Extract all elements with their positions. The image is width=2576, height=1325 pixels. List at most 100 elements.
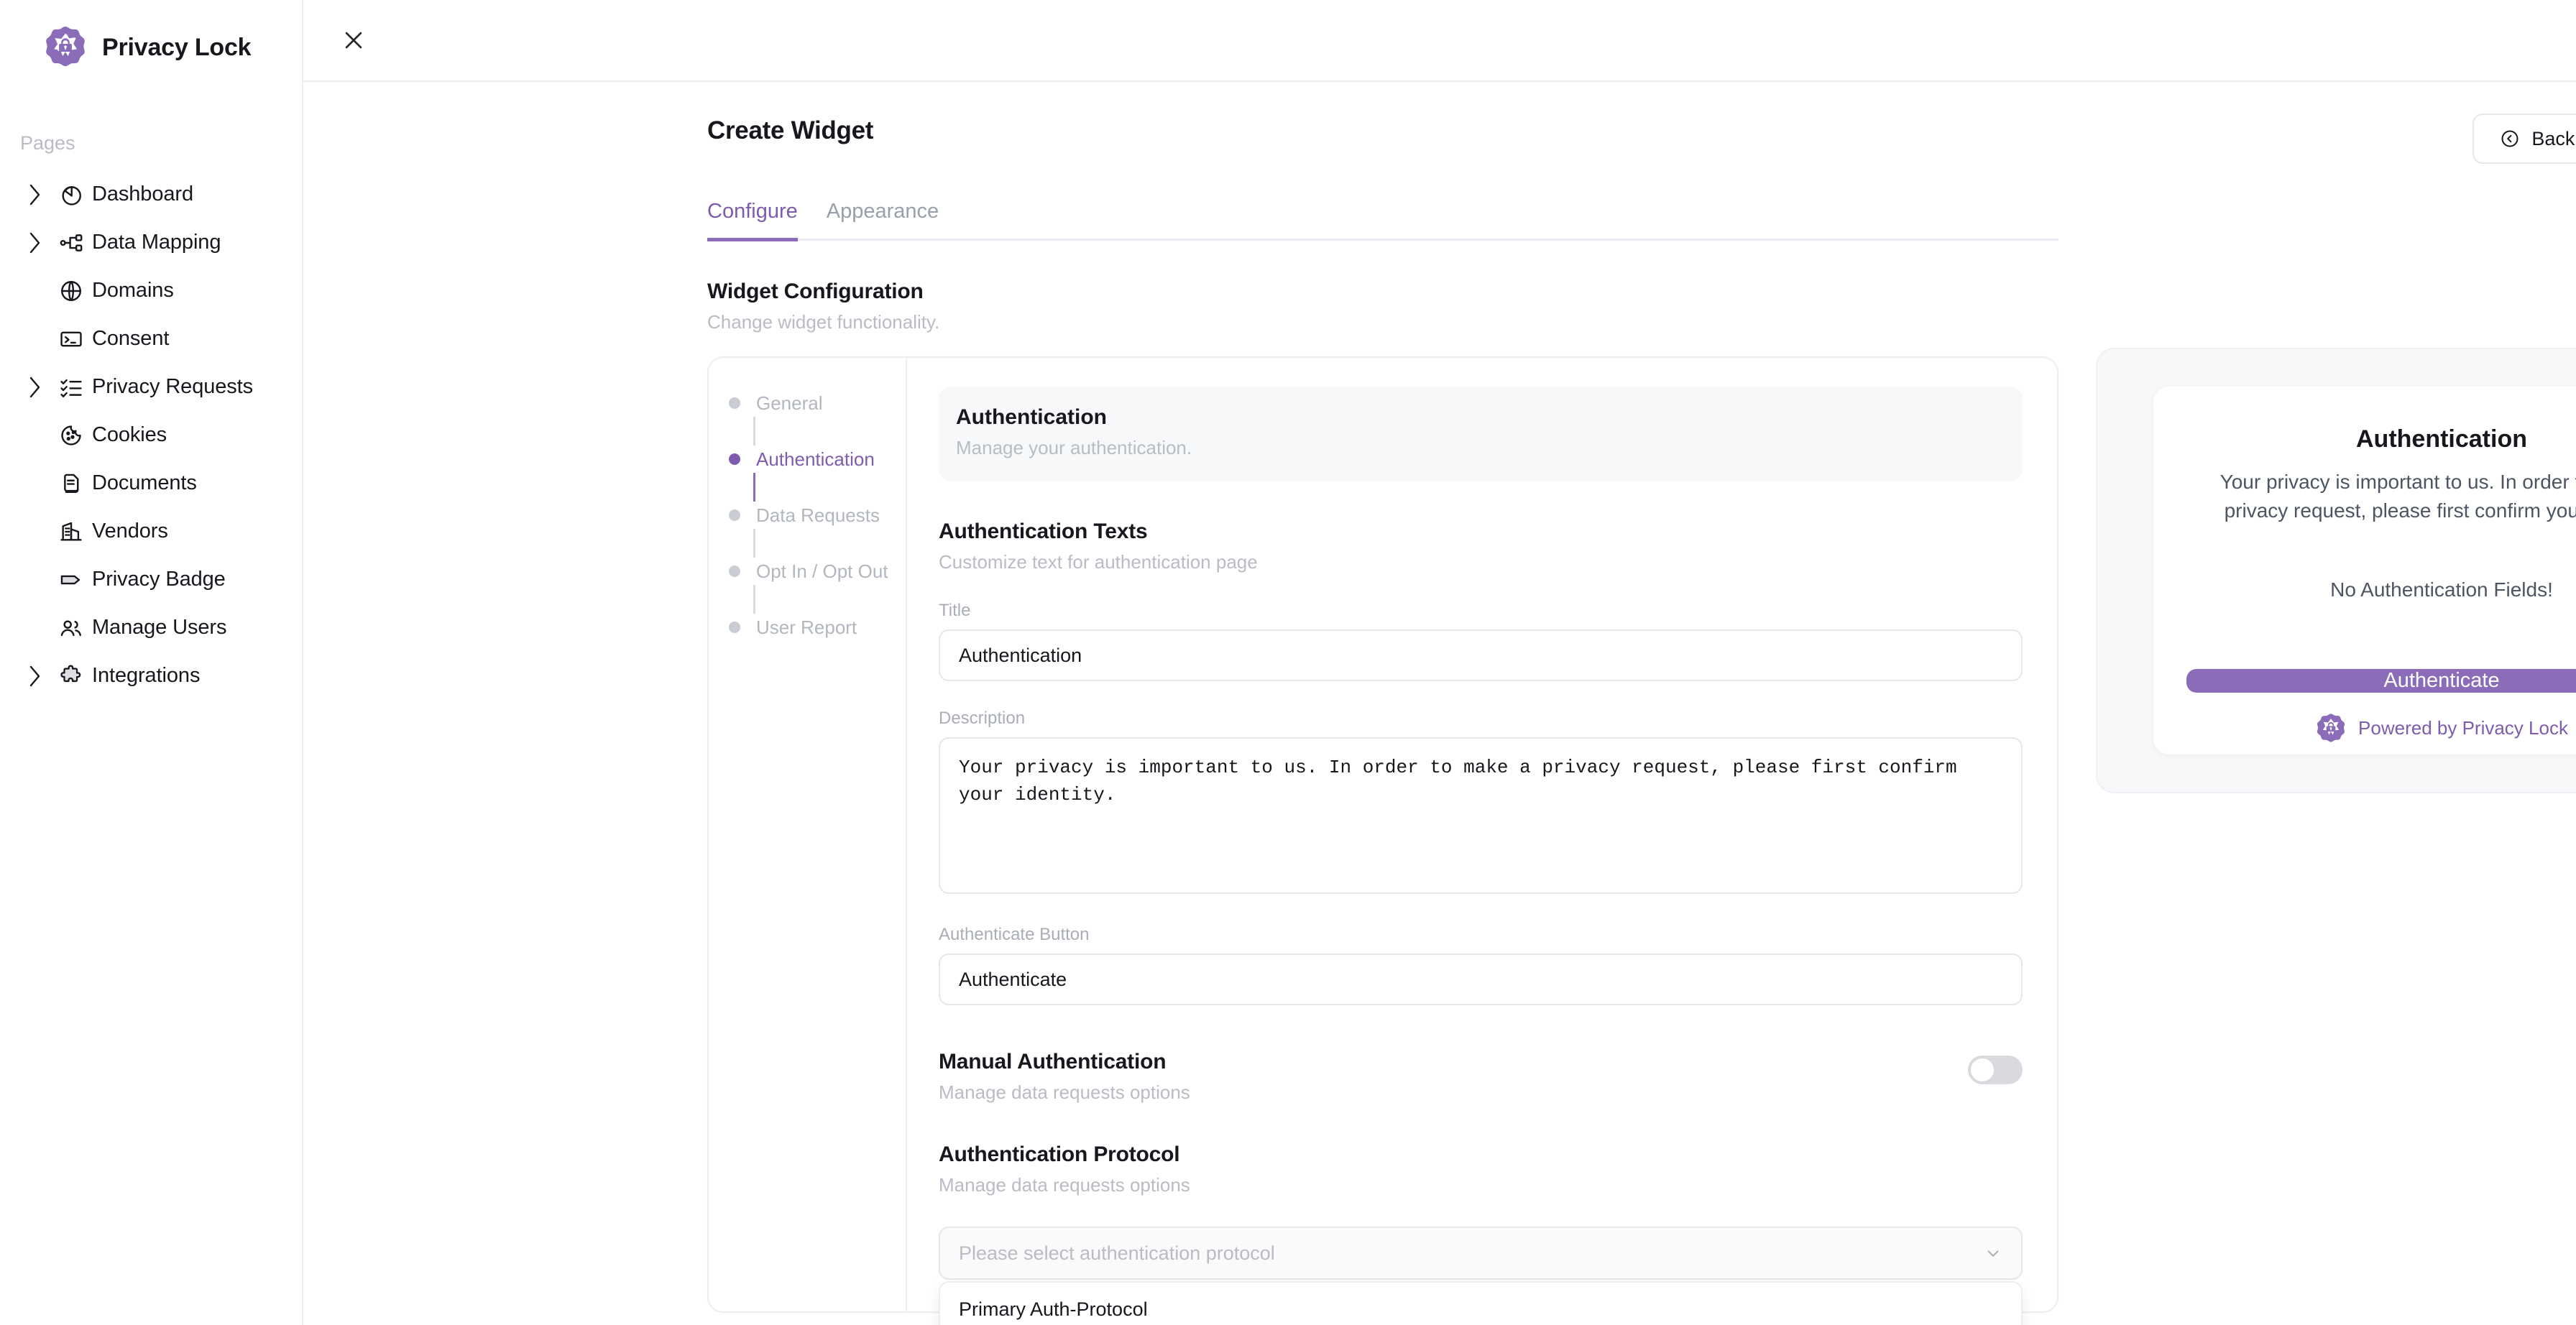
sidebar-item-label: Data Mapping bbox=[92, 231, 221, 254]
tab-appearance[interactable]: Appearance bbox=[827, 200, 939, 241]
chevron-right-icon bbox=[20, 231, 50, 255]
cookie-icon bbox=[50, 423, 92, 448]
widget-config-card: General Authentication Data Requests Opt… bbox=[707, 356, 2058, 1325]
step-general[interactable]: General bbox=[729, 389, 906, 417]
sidebar-item-domains[interactable]: Domains bbox=[0, 267, 302, 315]
step-connector bbox=[753, 529, 755, 558]
group-title: Authentication Texts bbox=[939, 520, 1148, 543]
tab-configure[interactable]: Configure bbox=[707, 200, 798, 241]
sidebar-item-label: Domains bbox=[92, 279, 174, 302]
sidebar-item-consent[interactable]: Consent bbox=[0, 315, 302, 363]
sidebar-item-cookies[interactable]: Cookies bbox=[0, 411, 302, 459]
authentication-protocol-group: Authentication Protocol Manage data requ… bbox=[939, 1142, 2023, 1196]
users-icon bbox=[50, 616, 92, 640]
form-pane: Authentication Manage your authenticatio… bbox=[907, 358, 2057, 1325]
step-label: Authentication bbox=[756, 448, 875, 470]
description-field-wrap: Description Your privacy is important to… bbox=[939, 708, 2023, 897]
checklist-icon bbox=[50, 375, 92, 400]
step-label: General bbox=[756, 392, 823, 414]
privacy-lock-badge-icon bbox=[2315, 713, 2347, 744]
auth-protocol-dropdown-menu: Primary Auth-Protocol bbox=[939, 1281, 2023, 1325]
puzzle-icon bbox=[50, 664, 92, 688]
sidebar-item-vendors[interactable]: Vendors bbox=[0, 507, 302, 555]
sidebar-item-data-mapping[interactable]: Data Mapping bbox=[0, 218, 302, 267]
auth-protocol-select[interactable]: Please select authentication protocol bbox=[939, 1227, 2023, 1280]
banner-subtitle: Manage your authentication. bbox=[956, 437, 1192, 458]
description-textarea[interactable]: Your privacy is important to us. In orde… bbox=[939, 737, 2023, 894]
sidebar-item-label: Vendors bbox=[92, 520, 168, 543]
step-dot bbox=[729, 509, 740, 521]
step-user-report[interactable]: User Report bbox=[729, 614, 906, 641]
step-dot bbox=[729, 565, 740, 577]
brand-name: Privacy Lock bbox=[102, 33, 252, 61]
preview-empty-message: No Authentication Fields! bbox=[2330, 578, 2553, 601]
building-icon bbox=[50, 520, 92, 544]
sidebar-item-label: Consent bbox=[92, 327, 170, 350]
auth-protocol-select-wrap: Please select authentication protocol Pr… bbox=[939, 1227, 2023, 1325]
step-opt-in-opt-out[interactable]: Opt In / Opt Out bbox=[729, 558, 906, 585]
manual-authentication-row: Manual Authentication Manage data reques… bbox=[939, 1050, 2023, 1104]
step-dot bbox=[729, 397, 740, 409]
back-button-label: Back bbox=[2531, 127, 2575, 149]
preview-footer[interactable]: Powered by Privacy Lock bbox=[2315, 713, 2568, 744]
chevron-right-icon bbox=[20, 375, 50, 400]
step-data-requests[interactable]: Data Requests bbox=[729, 502, 906, 529]
section-header: Widget Configuration Change widget funct… bbox=[707, 280, 2576, 333]
sidebar-item-label: Privacy Requests bbox=[92, 375, 254, 398]
sidebar-item-dashboard[interactable]: Dashboard bbox=[0, 170, 302, 218]
sidebar-item-manage-users[interactable]: Manage Users bbox=[0, 604, 302, 652]
sidebar-item-label: Manage Users bbox=[92, 616, 227, 639]
authenticate-button-field-label: Authenticate Button bbox=[939, 925, 1090, 944]
sidebar-item-privacy-requests[interactable]: Privacy Requests bbox=[0, 363, 302, 411]
title-field-label: Title bbox=[939, 601, 971, 620]
auth-protocol-subtitle: Manage data requests options bbox=[939, 1174, 1190, 1196]
authentication-banner: Authentication Manage your authenticatio… bbox=[939, 387, 2023, 481]
sidebar: Privacy Lock Pages Dashboard Data Mappin… bbox=[0, 0, 303, 1325]
auth-protocol-placeholder: Please select authentication protocol bbox=[959, 1242, 1275, 1264]
section-subtitle: Change widget functionality. bbox=[707, 311, 940, 333]
back-button[interactable]: Back bbox=[2472, 114, 2576, 164]
manual-authentication-subtitle: Manage data requests options bbox=[939, 1081, 1190, 1103]
chevron-right-icon bbox=[20, 183, 50, 207]
auth-protocol-option[interactable]: Primary Auth-Protocol bbox=[940, 1283, 2021, 1325]
authentication-texts-group: Authentication Texts Customize text for … bbox=[939, 520, 2023, 573]
chevron-right-icon bbox=[20, 664, 50, 688]
page-actions: Back Add Widget bbox=[2472, 114, 2576, 164]
title-input[interactable] bbox=[939, 629, 2023, 681]
sidebar-item-label: Dashboard bbox=[92, 183, 193, 206]
title-field-wrap: Title bbox=[939, 601, 2023, 681]
toggle-knob bbox=[1971, 1058, 1994, 1081]
manual-authentication-toggle[interactable] bbox=[1968, 1056, 2023, 1084]
preview-authenticate-button[interactable]: Authenticate bbox=[2186, 668, 2576, 693]
main-area: test@gmail.com bbox=[303, 0, 2576, 1325]
globe-icon bbox=[50, 279, 92, 303]
auth-protocol-title: Authentication Protocol bbox=[939, 1142, 1180, 1166]
data-mapping-icon bbox=[50, 231, 92, 255]
sidebar-item-integrations[interactable]: Integrations bbox=[0, 652, 302, 700]
preview-description: Your privacy is important to us. In orde… bbox=[2220, 471, 2576, 522]
authenticate-button-input[interactable] bbox=[939, 954, 2023, 1005]
close-icon[interactable] bbox=[335, 22, 372, 59]
documents-icon bbox=[50, 471, 92, 496]
sidebar-item-label: Privacy Badge bbox=[92, 568, 226, 591]
banner-title: Authentication bbox=[956, 405, 1107, 429]
topbar: test@gmail.com bbox=[303, 0, 2576, 82]
step-connector bbox=[753, 417, 755, 445]
step-label: Data Requests bbox=[756, 504, 880, 526]
step-dot bbox=[729, 622, 740, 633]
description-field-label: Description bbox=[939, 708, 1026, 728]
sidebar-item-documents[interactable]: Documents bbox=[0, 459, 302, 507]
sidebar-nav: Dashboard Data Mapping Domains Consent P… bbox=[0, 170, 302, 700]
terminal-icon bbox=[50, 327, 92, 351]
step-navigation: General Authentication Data Requests Opt… bbox=[709, 358, 907, 1311]
step-connector bbox=[753, 585, 755, 614]
manual-authentication-title: Manual Authentication bbox=[939, 1050, 1167, 1074]
preview-footer-text: Powered by Privacy Lock bbox=[2358, 717, 2568, 739]
sidebar-item-privacy-badge[interactable]: Privacy Badge bbox=[0, 555, 302, 604]
body-row: General Authentication Data Requests Opt… bbox=[303, 348, 2576, 1325]
manual-authentication-text: Manual Authentication Manage data reques… bbox=[939, 1050, 1190, 1104]
section-title: Widget Configuration bbox=[707, 280, 924, 303]
page-content: Create Widget Back Add Widget Configure … bbox=[303, 82, 2576, 1325]
step-authentication[interactable]: Authentication bbox=[729, 445, 906, 473]
privacy-lock-badge-icon bbox=[43, 25, 88, 70]
